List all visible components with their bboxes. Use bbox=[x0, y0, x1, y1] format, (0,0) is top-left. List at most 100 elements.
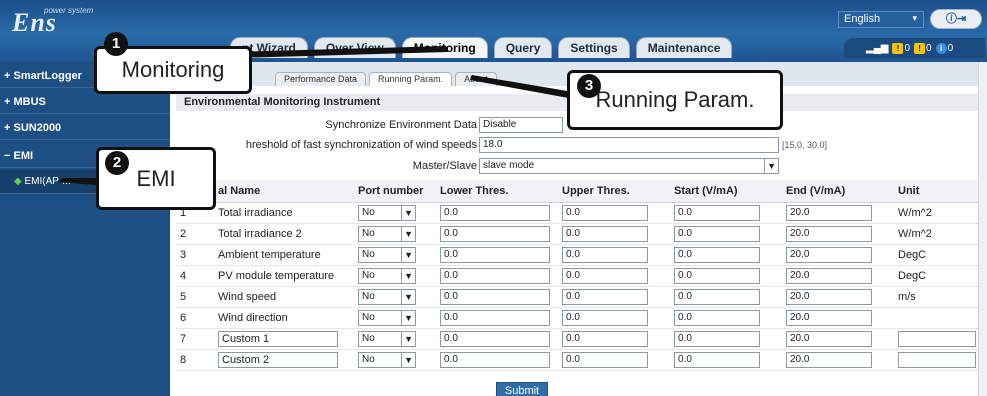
end-input[interactable]: 20.0 bbox=[786, 204, 872, 221]
upper-thres-input[interactable]: 0.0 bbox=[562, 225, 648, 242]
end-input[interactable]: 20.0 bbox=[786, 288, 872, 305]
chevron-down-icon: ▼ bbox=[401, 268, 413, 283]
table-row: 6 Wind direction No ▼ 0.0 0.0 0.0 20.0 bbox=[176, 307, 982, 329]
upper-thres-input[interactable]: 0.0 bbox=[562, 309, 648, 326]
end-input[interactable]: 20.0 bbox=[786, 225, 872, 242]
signal-name-cell: Wind speed bbox=[214, 286, 354, 308]
tab-performance-data[interactable]: Performance Data bbox=[275, 72, 367, 86]
port-select[interactable]: No ▼ bbox=[358, 204, 416, 221]
row-number: 2 bbox=[176, 223, 214, 245]
tab-maintenance[interactable]: Maintenance bbox=[635, 37, 733, 58]
table-row: 3 Ambient temperature No ▼ 0.0 0.0 0.0 20.0 DegC bbox=[176, 244, 982, 266]
minor-alarm[interactable]: ! 0 bbox=[914, 42, 932, 54]
signal-name-input[interactable]: Custom 2 bbox=[218, 351, 338, 368]
sensor-table: al Name Port number Lower Thres. Upper T… bbox=[176, 180, 982, 371]
warning-icon: ! bbox=[892, 42, 904, 54]
lower-thres-input[interactable]: 0.0 bbox=[440, 267, 550, 284]
tab-settings[interactable]: Settings bbox=[558, 37, 630, 58]
start-input[interactable]: 0.0 bbox=[674, 330, 760, 347]
port-select[interactable]: No ▼ bbox=[358, 330, 416, 347]
tab-running-param[interactable]: Running Param. bbox=[369, 72, 453, 86]
device-sidebar: + SmartLogger + MBUS + SUN2000 − EMI ◆ E… bbox=[0, 62, 170, 396]
signal-name-cell: Custom 1 bbox=[214, 328, 354, 350]
end-input[interactable]: 20.0 bbox=[786, 309, 872, 326]
tab-query[interactable]: Query bbox=[493, 37, 553, 58]
unit-cell bbox=[894, 328, 982, 350]
upper-thres-input[interactable]: 0.0 bbox=[562, 246, 648, 263]
port-cell: No ▼ bbox=[354, 265, 436, 287]
scrollbar[interactable] bbox=[978, 62, 987, 396]
port-cell: No ▼ bbox=[354, 328, 436, 350]
upper-cell: 0.0 bbox=[558, 265, 670, 287]
port-select[interactable]: No ▼ bbox=[358, 267, 416, 284]
tab-overview[interactable]: Over View bbox=[313, 37, 396, 58]
start-input[interactable]: 0.0 bbox=[674, 225, 760, 242]
col-end: End (V/mA) bbox=[782, 180, 894, 203]
unit-cell bbox=[894, 349, 982, 371]
start-input[interactable]: 0.0 bbox=[674, 267, 760, 284]
start-input[interactable]: 0.0 bbox=[674, 309, 760, 326]
language-select[interactable]: English ▾ bbox=[838, 11, 924, 28]
upper-thres-input[interactable]: 0.0 bbox=[562, 204, 648, 221]
upper-thres-input[interactable]: 0.0 bbox=[562, 288, 648, 305]
chevron-down-icon: ▼ bbox=[764, 159, 776, 173]
row-number: 7 bbox=[176, 328, 214, 350]
master-select[interactable]: slave mode ▼ bbox=[479, 158, 779, 174]
callout-number-1: 1 bbox=[104, 32, 128, 56]
upper-thres-input[interactable]: 0.0 bbox=[562, 267, 648, 284]
lower-thres-input[interactable]: 0.0 bbox=[440, 225, 550, 242]
unit-input[interactable] bbox=[898, 351, 976, 368]
end-input[interactable]: 20.0 bbox=[786, 351, 872, 368]
unit-cell: W/m^2 bbox=[894, 223, 982, 245]
signal-name-cell: Ambient temperature bbox=[214, 244, 354, 266]
major-alarm[interactable]: ! 0 bbox=[892, 42, 910, 54]
start-input[interactable]: 0.0 bbox=[674, 246, 760, 263]
port-select[interactable]: No ▼ bbox=[358, 246, 416, 263]
upper-cell: 0.0 bbox=[558, 202, 670, 224]
port-select[interactable]: No ▼ bbox=[358, 351, 416, 368]
table-row: 2 Total irradiance 2 No ▼ 0.0 0.0 0.0 20.0 W/m^2 bbox=[176, 223, 982, 245]
end-cell: 20.0 bbox=[782, 265, 894, 287]
upper-thres-input[interactable]: 0.0 bbox=[562, 330, 648, 347]
row-number: 4 bbox=[176, 265, 214, 287]
upper-thres-input[interactable]: 0.0 bbox=[562, 351, 648, 368]
end-input[interactable]: 20.0 bbox=[786, 267, 872, 284]
end-input[interactable]: 20.0 bbox=[786, 330, 872, 347]
signal-name-input[interactable]: Custom 1 bbox=[218, 330, 338, 347]
tab-about[interactable]: About bbox=[455, 72, 497, 86]
col-signal-name: al Name bbox=[214, 180, 354, 203]
port-select[interactable]: No ▼ bbox=[358, 225, 416, 242]
lower-thres-input[interactable]: 0.0 bbox=[440, 330, 550, 347]
unit-input[interactable] bbox=[898, 330, 976, 347]
sidebar-item-sun2000[interactable]: + SUN2000 bbox=[0, 116, 170, 140]
start-input[interactable]: 0.0 bbox=[674, 351, 760, 368]
start-cell: 0.0 bbox=[670, 286, 782, 308]
start-input[interactable]: 0.0 bbox=[674, 204, 760, 221]
port-select[interactable]: No ▼ bbox=[358, 309, 416, 326]
lower-thres-input[interactable]: 0.0 bbox=[440, 204, 550, 221]
upper-cell: 0.0 bbox=[558, 328, 670, 350]
lower-thres-input[interactable]: 0.0 bbox=[440, 309, 550, 326]
lower-cell: 0.0 bbox=[436, 349, 558, 371]
sync-select[interactable]: Disable bbox=[479, 117, 563, 133]
exit-icon: ⇥ bbox=[956, 13, 967, 25]
unit-cell: m/s bbox=[894, 286, 982, 308]
lower-thres-input[interactable]: 0.0 bbox=[440, 288, 550, 305]
end-cell: 20.0 bbox=[782, 328, 894, 350]
threshold-label: hreshold of fast synchronization of wind… bbox=[245, 139, 477, 151]
info-alarm[interactable]: i 0 bbox=[935, 42, 953, 54]
port-select[interactable]: No ▼ bbox=[358, 288, 416, 305]
table-header-row: al Name Port number Lower Thres. Upper T… bbox=[176, 180, 982, 203]
port-cell: No ▼ bbox=[354, 244, 436, 266]
lower-thres-input[interactable]: 0.0 bbox=[440, 246, 550, 263]
lower-thres-input[interactable]: 0.0 bbox=[440, 351, 550, 368]
end-input[interactable]: 20.0 bbox=[786, 246, 872, 263]
logout-button[interactable]: ⓘ⇥ bbox=[930, 9, 982, 29]
start-input[interactable]: 0.0 bbox=[674, 288, 760, 305]
upper-cell: 0.0 bbox=[558, 349, 670, 371]
submit-button[interactable]: Submit bbox=[496, 382, 548, 396]
main-content: Environmental Monitoring Instrument Sync… bbox=[176, 94, 982, 396]
tab-monitoring[interactable]: Monitoring bbox=[401, 37, 488, 58]
threshold-input[interactable]: 18.0 bbox=[479, 137, 779, 153]
chevron-down-icon: ▼ bbox=[401, 352, 413, 367]
